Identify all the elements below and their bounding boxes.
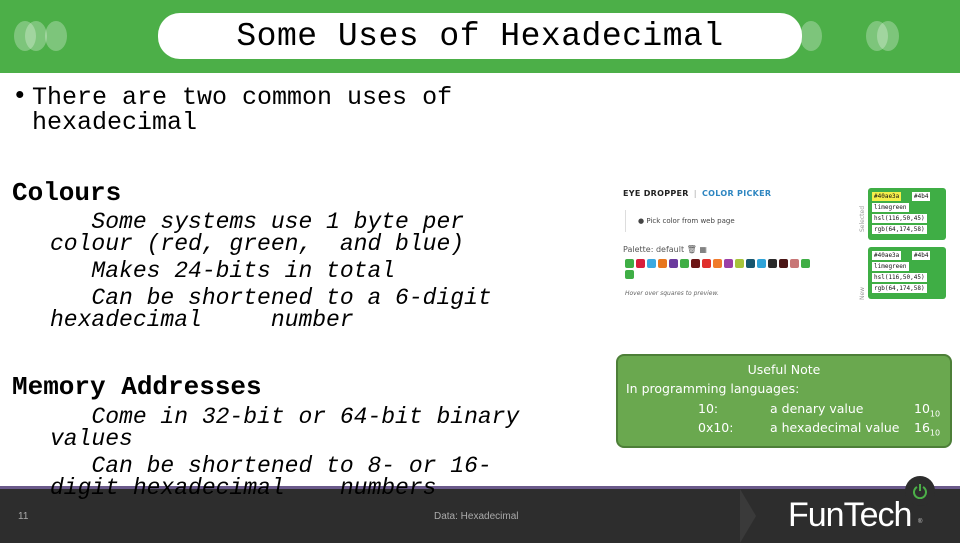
color-swatch[interactable] bbox=[790, 259, 799, 268]
new-hex[interactable]: #40ae3a bbox=[872, 251, 902, 260]
selected-color-box: #40ae3a #4b4 limegreen hsl(116,50,45) rg… bbox=[868, 188, 946, 240]
color-swatch[interactable] bbox=[625, 270, 634, 279]
palette-name: Palette: default bbox=[623, 245, 685, 254]
color-swatch[interactable] bbox=[625, 259, 634, 268]
color-swatch[interactable] bbox=[691, 259, 700, 268]
color-swatch[interactable] bbox=[746, 259, 755, 268]
color-swatch[interactable] bbox=[801, 259, 810, 268]
decor-dot bbox=[800, 21, 822, 51]
new-color-box: #40ae3a #4b4 limegreen hsl(116,50,45) rg… bbox=[868, 247, 946, 299]
note-value: 1610 bbox=[914, 420, 941, 438]
pick-color-button[interactable]: ● Pick color from web page bbox=[625, 210, 748, 232]
colours-line: Some systems use 1 byte per bbox=[50, 209, 465, 235]
palette-label: Palette: default 🗑 ▦ bbox=[623, 245, 707, 254]
section-heading-colours: Colours bbox=[12, 178, 122, 208]
note-intro: In programming languages: bbox=[626, 381, 800, 396]
tab-eye-dropper[interactable]: EYE DROPPER bbox=[623, 189, 689, 198]
pick-color-label: Pick color from web page bbox=[646, 217, 735, 225]
bullet-marker: • bbox=[12, 81, 28, 111]
selected-label: Selected bbox=[859, 205, 866, 232]
color-swatch[interactable] bbox=[658, 259, 667, 268]
note-code: 10: bbox=[698, 401, 719, 416]
trash-icon[interactable]: 🗑 bbox=[687, 245, 697, 254]
registered-mark: ® bbox=[918, 519, 923, 525]
tab-color-picker[interactable]: COLOR PICKER bbox=[702, 189, 771, 198]
new-hsl[interactable]: hsl(116,50,45) bbox=[872, 273, 927, 282]
colours-line: Makes 24-bits in total bbox=[50, 258, 396, 284]
selected-hex[interactable]: #40ae3a bbox=[872, 192, 902, 201]
swatch-grid bbox=[625, 259, 815, 279]
section-heading-memory: Memory Addresses bbox=[12, 372, 262, 402]
colours-line: colour (red, green, and blue) bbox=[50, 231, 465, 257]
useful-note-box: Useful Note In programming languages: 10… bbox=[616, 354, 952, 448]
tab-separator: | bbox=[693, 189, 697, 198]
color-swatch[interactable] bbox=[713, 259, 722, 268]
save-icon[interactable]: ▦ bbox=[699, 245, 707, 254]
page-number: 11 bbox=[18, 511, 29, 522]
color-swatch[interactable] bbox=[647, 259, 656, 268]
note-code: 0x10: bbox=[698, 420, 734, 435]
droplet-icon: ● bbox=[638, 217, 645, 225]
memory-line: Can be shortened to 8- or 16- bbox=[50, 453, 492, 479]
intro-text: There are two common uses of hexadecimal bbox=[32, 83, 453, 137]
selected-short[interactable]: #4b4 bbox=[912, 192, 931, 201]
color-swatch[interactable] bbox=[779, 259, 788, 268]
new-rgb[interactable]: rgb(64,174,58) bbox=[872, 284, 927, 293]
color-swatch[interactable] bbox=[724, 259, 733, 268]
hover-hint: Hover over squares to preview. bbox=[625, 290, 719, 297]
picker-tabs: EYE DROPPER | COLOR PICKER bbox=[623, 189, 771, 198]
decor-dot bbox=[25, 21, 47, 51]
decor-dot bbox=[45, 21, 67, 51]
new-label: New bbox=[859, 286, 866, 300]
color-swatch[interactable] bbox=[669, 259, 678, 268]
selected-hsl[interactable]: hsl(116,50,45) bbox=[872, 214, 927, 223]
color-swatch[interactable] bbox=[680, 259, 689, 268]
selected-name[interactable]: limegreen bbox=[872, 203, 909, 212]
color-swatch[interactable] bbox=[702, 259, 711, 268]
footer-caption: Data: Hexadecimal bbox=[434, 511, 519, 522]
title-bar: Some Uses of Hexadecimal bbox=[0, 0, 960, 73]
new-name[interactable]: limegreen bbox=[872, 262, 909, 271]
page-title: Some Uses of Hexadecimal bbox=[236, 17, 724, 55]
note-desc: a hexadecimal value bbox=[770, 420, 900, 435]
title-pill: Some Uses of Hexadecimal bbox=[158, 13, 802, 59]
color-swatch[interactable] bbox=[735, 259, 744, 268]
color-swatch[interactable] bbox=[757, 259, 766, 268]
memory-line: digit hexadecimal numbers bbox=[50, 475, 437, 501]
funtech-logo: FunTech bbox=[788, 496, 912, 534]
selected-rgb[interactable]: rgb(64,174,58) bbox=[872, 225, 927, 234]
note-desc: a denary value bbox=[770, 401, 864, 416]
footer-chevron bbox=[740, 489, 756, 543]
colours-line: hexadecimal number bbox=[50, 307, 354, 333]
memory-line: Come in 32-bit or 64-bit binary bbox=[50, 404, 520, 430]
decor-dot bbox=[877, 21, 899, 51]
color-picker-screenshot: EYE DROPPER | COLOR PICKER ● Pick color fr… bbox=[615, 182, 955, 307]
memory-line: values bbox=[50, 426, 133, 452]
colours-line: Can be shortened to a 6-digit bbox=[50, 285, 492, 311]
note-title: Useful Note bbox=[747, 362, 821, 377]
new-short[interactable]: #4b4 bbox=[912, 251, 931, 260]
note-value: 1010 bbox=[914, 401, 941, 419]
color-swatch[interactable] bbox=[636, 259, 645, 268]
color-swatch[interactable] bbox=[768, 259, 777, 268]
